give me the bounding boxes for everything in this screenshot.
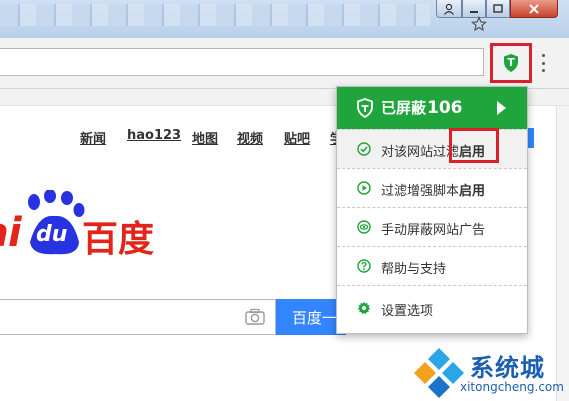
- blocked-count-header[interactable]: 已屏蔽106: [337, 87, 527, 129]
- menu-item-text: 对该网站过滤: [381, 145, 460, 160]
- menu-item-enhanced-script[interactable]: 过滤增强脚本启用: [337, 168, 527, 207]
- menu-item-label: 过滤增强脚本启用: [381, 180, 485, 199]
- address-bar[interactable]: [0, 48, 484, 76]
- menu-item-text: 过滤增强脚本: [381, 184, 460, 199]
- extension-badge-letter: T: [507, 56, 515, 69]
- menu-dot-icon: [541, 69, 545, 72]
- menu-item-status: 启用: [459, 145, 486, 160]
- baidu-search-input[interactable]: [0, 299, 276, 335]
- bookmark-star-icon[interactable]: [470, 15, 488, 33]
- maximize-button[interactable]: [486, 0, 510, 18]
- nav-link-news[interactable]: 新闻: [80, 128, 106, 147]
- maximize-icon: [493, 3, 503, 13]
- menu-item-help[interactable]: 帮助与支持: [337, 246, 527, 285]
- check-circle-icon: [357, 142, 371, 156]
- minimize-icon: [470, 10, 478, 13]
- logo-text-latin: ai: [0, 210, 22, 256]
- camera-search-icon[interactable]: [244, 308, 266, 326]
- nav-link-map[interactable]: 地图: [192, 128, 218, 147]
- nav-link-hao123[interactable]: hao123: [127, 128, 181, 143]
- menu-item-settings[interactable]: 设置选项: [337, 285, 527, 331]
- watermark-logo-icon: [414, 348, 464, 398]
- user-profile-button[interactable]: [436, 0, 462, 18]
- eye-icon: [357, 220, 371, 234]
- menu-item-manual-block[interactable]: 手动屏蔽网站广告: [337, 207, 527, 246]
- shield-icon: [357, 98, 373, 118]
- menu-dot-icon: [541, 61, 545, 65]
- adblock-dropdown-menu: 已屏蔽106 对该网站过滤启用 过滤增强脚本启用 手动屏蔽网站广告 帮助与支持 …: [336, 86, 528, 334]
- watermark-chinese-text: 系统城: [470, 354, 545, 382]
- help-circle-icon: [357, 259, 371, 273]
- menu-item-label: 手动屏蔽网站广告: [381, 223, 486, 238]
- menu-item-label: 帮助与支持: [381, 262, 447, 277]
- menu-item-label: 对该网站过滤启用: [381, 141, 485, 160]
- logo-text-chinese: 百度: [82, 219, 155, 260]
- blocked-label: 已屏蔽106: [381, 97, 463, 118]
- user-icon: [444, 3, 454, 15]
- play-circle-icon: [357, 181, 371, 195]
- nav-link-video[interactable]: 视频: [237, 128, 263, 147]
- logo-text-du: du: [36, 222, 68, 247]
- close-window-button[interactable]: [510, 0, 558, 18]
- play-arrow-icon: [497, 101, 506, 115]
- browser-toolbar: [0, 38, 569, 89]
- browser-menu-button[interactable]: [538, 54, 548, 72]
- menu-item-label: 设置选项: [381, 304, 434, 319]
- adblock-extension-button[interactable]: T: [490, 43, 532, 83]
- blocked-count: 106: [427, 98, 463, 118]
- menu-item-site-filter[interactable]: 对该网站过滤启用: [337, 129, 527, 168]
- tab-strip[interactable]: [0, 4, 430, 26]
- gear-icon: [357, 301, 371, 315]
- nav-link-tieba[interactable]: 贴吧: [284, 128, 310, 147]
- menu-dot-icon: [541, 54, 545, 57]
- watermark: 系统城 xitongcheng.com: [412, 346, 569, 401]
- watermark-domain-text: xitongcheng.com: [460, 380, 564, 394]
- close-icon: [529, 3, 539, 14]
- blocked-label-text: 已屏蔽: [381, 99, 427, 117]
- menu-item-status: 启用: [459, 184, 486, 199]
- baidu-logo[interactable]: ai du 百度: [0, 190, 172, 270]
